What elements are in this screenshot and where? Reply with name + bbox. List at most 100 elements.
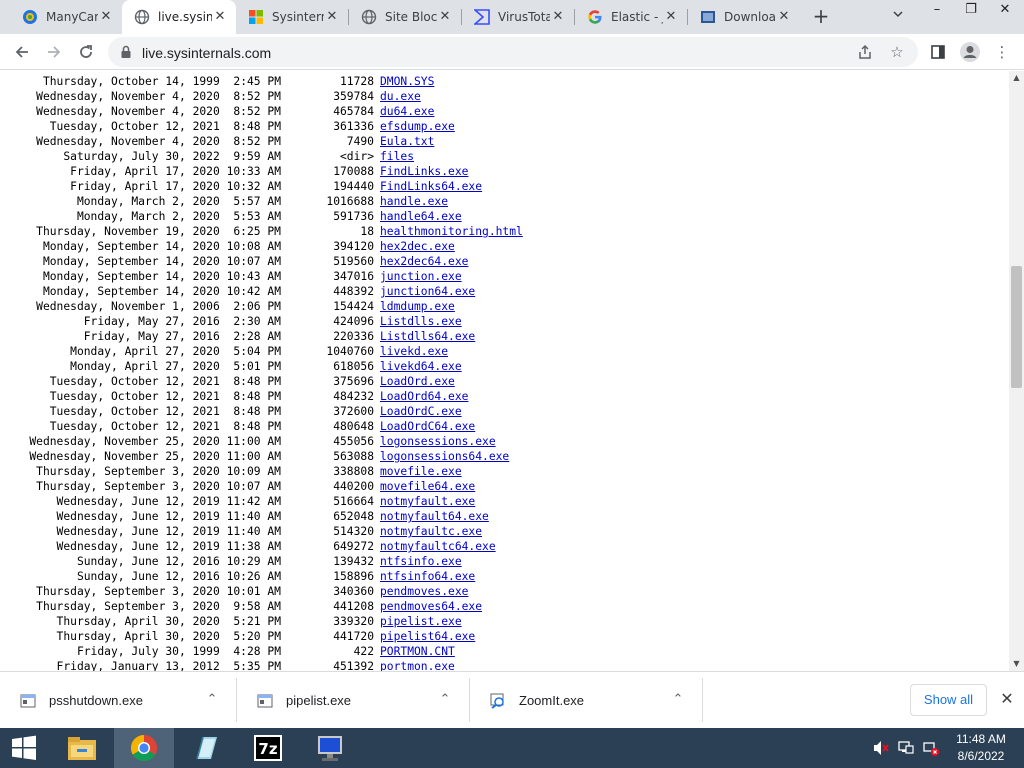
- file-link[interactable]: healthmonitoring.html: [380, 224, 523, 239]
- minimize-button[interactable]: –: [920, 0, 954, 22]
- file-link[interactable]: FindLinks.exe: [380, 164, 468, 179]
- file-link[interactable]: hex2dec.exe: [380, 239, 455, 254]
- file-link[interactable]: FindLinks64.exe: [380, 179, 482, 194]
- scroll-up-arrow-icon[interactable]: ▲: [1009, 71, 1024, 85]
- scroll-down-arrow-icon[interactable]: ▼: [1009, 657, 1024, 671]
- file-link[interactable]: pendmoves.exe: [380, 584, 468, 599]
- file-link[interactable]: PORTMON.CNT: [380, 644, 455, 659]
- file-link[interactable]: LoadOrdC.exe: [380, 404, 462, 419]
- file-date: Thursday, April 30, 2020 5:20 PM: [56, 630, 281, 643]
- file-link[interactable]: notmyfaultc64.exe: [380, 539, 496, 554]
- taskbar-file-explorer[interactable]: [52, 728, 112, 768]
- profile-avatar-icon[interactable]: [956, 38, 984, 66]
- file-link[interactable]: LoadOrd.exe: [380, 374, 455, 389]
- start-button[interactable]: [0, 728, 48, 768]
- url-text[interactable]: live.sysinternals.com: [142, 45, 271, 61]
- close-shelf-icon[interactable]: ✕: [996, 688, 1018, 710]
- close-tab-icon[interactable]: ✕: [550, 9, 566, 25]
- file-link[interactable]: du64.exe: [380, 104, 434, 119]
- kebab-menu-icon[interactable]: ⋮: [988, 38, 1016, 66]
- taskbar-notepad[interactable]: [176, 728, 236, 768]
- volume-muted-icon[interactable]: [873, 740, 889, 756]
- file-link[interactable]: LoadOrdC64.exe: [380, 419, 475, 434]
- file-link[interactable]: portmon.exe: [380, 659, 455, 671]
- file-link[interactable]: notmyfault.exe: [380, 494, 475, 509]
- file-link[interactable]: notmyfaultc.exe: [380, 524, 482, 539]
- taskbar-chrome[interactable]: [114, 728, 174, 768]
- file-link[interactable]: efsdump.exe: [380, 119, 455, 134]
- forward-button[interactable]: [40, 38, 68, 66]
- tab-site-blocked[interactable]: Site Blocked ✕: [349, 0, 461, 34]
- file-link[interactable]: LoadOrd64.exe: [380, 389, 468, 404]
- file-link[interactable]: notmyfault64.exe: [380, 509, 489, 524]
- close-window-button[interactable]: ✕: [988, 0, 1022, 22]
- file-link[interactable]: livekd.exe: [380, 344, 448, 359]
- file-link[interactable]: movefile.exe: [380, 464, 462, 479]
- listing-row: Friday, January 13, 2012 5:35 PM 451392 po…: [0, 659, 523, 671]
- file-link[interactable]: Eula.txt: [380, 134, 434, 149]
- file-link[interactable]: logonsessions64.exe: [380, 449, 509, 464]
- tab-sysinternals[interactable]: Sysinternals ✕: [236, 0, 348, 34]
- arrow-right-icon: [48, 46, 61, 58]
- download-item[interactable]: psshutdown.exe ⌃: [0, 672, 236, 729]
- tab-search-button[interactable]: [888, 8, 908, 28]
- file-size: 649272: [333, 540, 374, 553]
- file-link[interactable]: junction64.exe: [380, 284, 475, 299]
- close-tab-icon[interactable]: ✕: [98, 9, 114, 25]
- tab-downloads[interactable]: Downloads ✕: [688, 0, 800, 34]
- page-content: Thursday, October 14, 1999 2:45 PM 11728 D…: [0, 71, 1009, 671]
- new-tab-button[interactable]: +: [808, 5, 834, 29]
- restore-button[interactable]: ❐: [954, 0, 988, 22]
- file-link[interactable]: DMON.SYS: [380, 74, 434, 89]
- close-tab-icon[interactable]: ✕: [663, 9, 679, 25]
- close-tab-icon[interactable]: ✕: [212, 9, 228, 25]
- file-link[interactable]: logonsessions.exe: [380, 434, 496, 449]
- file-link[interactable]: junction.exe: [380, 269, 462, 284]
- file-link[interactable]: Listdlls.exe: [380, 314, 462, 329]
- back-button[interactable]: [8, 38, 36, 66]
- file-link[interactable]: ntfsinfo.exe: [380, 554, 462, 569]
- chevron-up-icon[interactable]: ⌃: [670, 692, 686, 708]
- taskbar-7zip[interactable]: 7z: [238, 728, 298, 768]
- file-link[interactable]: hex2dec64.exe: [380, 254, 468, 269]
- file-link[interactable]: files: [380, 149, 414, 164]
- file-link[interactable]: pendmoves64.exe: [380, 599, 482, 614]
- lock-icon[interactable]: [119, 45, 133, 59]
- share-icon[interactable]: [855, 42, 875, 62]
- tab-manycam[interactable]: ManyCam ✕: [10, 0, 122, 34]
- file-link[interactable]: movefile64.exe: [380, 479, 475, 494]
- download-item[interactable]: ZoomIt.exe ⌃: [470, 672, 702, 729]
- taskbar-clock[interactable]: 11:48 AM 8/6/2022: [946, 731, 1016, 765]
- file-date: Thursday, September 3, 2020 10:09 AM: [36, 465, 281, 478]
- show-all-button[interactable]: Show all: [910, 684, 987, 716]
- tab-elastic[interactable]: Elastic - Jobs ✕: [575, 0, 687, 34]
- tab-live-sysinternals[interactable]: live.sysinternals.com ✕: [122, 0, 236, 34]
- close-tab-icon[interactable]: ✕: [324, 9, 340, 25]
- chevron-up-icon[interactable]: ⌃: [204, 692, 220, 708]
- vertical-scrollbar[interactable]: ▲ ▼: [1009, 71, 1024, 671]
- file-link[interactable]: pipelist.exe: [380, 614, 462, 629]
- star-icon[interactable]: ☆: [887, 42, 907, 62]
- file-link[interactable]: pipelist64.exe: [380, 629, 475, 644]
- file-link[interactable]: ntfsinfo64.exe: [380, 569, 475, 584]
- file-link[interactable]: handle.exe: [380, 194, 448, 209]
- side-panel-icon[interactable]: [924, 38, 952, 66]
- file-link[interactable]: ldmdump.exe: [380, 299, 455, 314]
- chevron-up-icon[interactable]: ⌃: [437, 692, 453, 708]
- notification-error-icon[interactable]: [923, 740, 939, 756]
- scroll-thumb[interactable]: [1011, 266, 1022, 388]
- file-link[interactable]: handle64.exe: [380, 209, 462, 224]
- close-tab-icon[interactable]: ✕: [776, 9, 792, 25]
- exe-file-icon: [257, 694, 273, 707]
- close-tab-icon[interactable]: ✕: [437, 9, 453, 25]
- reload-button[interactable]: [72, 38, 100, 66]
- network-icon[interactable]: [898, 740, 914, 756]
- taskbar-remote-desktop[interactable]: [300, 728, 360, 768]
- file-date: Thursday, September 3, 2020 10:01 AM: [36, 585, 281, 598]
- address-bar[interactable]: live.sysinternals.com ☆: [108, 37, 918, 67]
- download-item[interactable]: pipelist.exe ⌃: [237, 672, 469, 729]
- file-link[interactable]: du.exe: [380, 89, 421, 104]
- tab-virustotal[interactable]: VirusTotal ✕: [462, 0, 574, 34]
- file-link[interactable]: Listdlls64.exe: [380, 329, 475, 344]
- file-link[interactable]: livekd64.exe: [380, 359, 462, 374]
